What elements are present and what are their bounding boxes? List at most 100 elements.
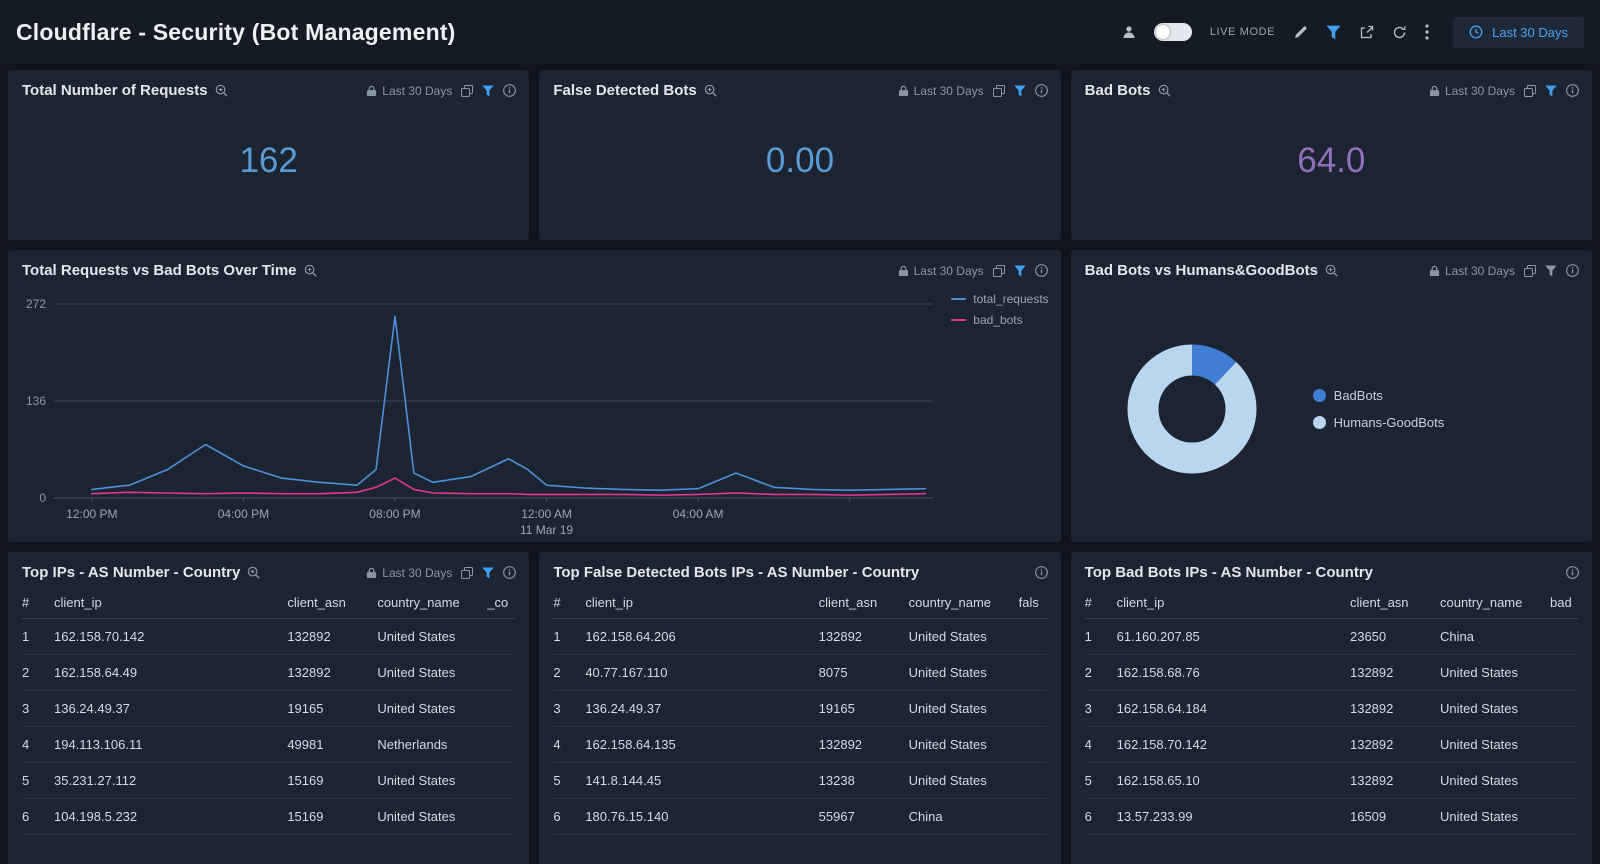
info-icon[interactable] — [503, 566, 516, 579]
table-cell: 1 — [22, 619, 48, 654]
column-header[interactable]: # — [553, 589, 579, 618]
donut-slice-Humans-GoodBots[interactable] — [1143, 360, 1241, 458]
timeline-chart[interactable]: 013627212:00 PM04:00 PM08:00 PM12:00 AM1… — [8, 290, 1061, 542]
filter-icon[interactable] — [1326, 25, 1341, 40]
total-requests-value: 162 — [239, 141, 297, 181]
panel-filter-icon[interactable] — [1545, 85, 1557, 97]
table-row: 535.231.27.11215169United States — [22, 763, 515, 799]
edit-pencil-icon[interactable] — [1293, 25, 1308, 40]
table-row: 3136.24.49.3719165United States — [553, 691, 1046, 727]
table-cell — [1019, 771, 1047, 791]
live-mode-toggle[interactable] — [1154, 23, 1192, 41]
panel-filter-icon[interactable] — [1014, 265, 1026, 277]
column-header[interactable]: _co — [487, 589, 515, 618]
legend-item-BadBots[interactable]: BadBots — [1313, 388, 1445, 403]
table-cell: United States — [909, 655, 1013, 690]
table-row: 5162.158.65.10132892United States — [1085, 763, 1578, 799]
copy-icon[interactable] — [993, 265, 1005, 277]
lock-icon — [898, 265, 909, 277]
table-cell: 16509 — [1350, 799, 1434, 834]
column-header[interactable]: country_name — [377, 589, 481, 618]
table-cell: 132892 — [1350, 763, 1434, 798]
table-row: 2162.158.68.76132892United States — [1085, 655, 1578, 691]
zoom-in-icon[interactable] — [215, 84, 228, 97]
column-header[interactable]: client_ip — [585, 589, 812, 618]
table-cell: 3 — [22, 691, 48, 726]
info-icon[interactable] — [1035, 264, 1048, 277]
column-header[interactable]: client_ip — [54, 589, 281, 618]
panel-filter-icon[interactable] — [482, 85, 494, 97]
panel-time-badge[interactable]: Last 30 Days — [366, 566, 452, 580]
table-cell — [1019, 807, 1047, 827]
user-icon[interactable] — [1122, 25, 1136, 39]
table-cell: 4 — [22, 727, 48, 762]
copy-icon[interactable] — [1524, 85, 1536, 97]
panel-time-badge[interactable]: Last 30 Days — [1429, 264, 1515, 278]
table-cell: 162.158.64.135 — [585, 727, 812, 762]
column-header[interactable]: fals — [1019, 589, 1047, 618]
legend-swatch — [1313, 389, 1326, 402]
column-header[interactable]: # — [1085, 589, 1111, 618]
copy-icon[interactable] — [461, 85, 473, 97]
column-header[interactable]: client_asn — [819, 589, 903, 618]
legend-item-total_requests[interactable]: total_requests — [951, 292, 1048, 306]
copy-icon[interactable] — [993, 85, 1005, 97]
live-mode-label: LIVE MODE — [1210, 26, 1275, 38]
donut-chart[interactable] — [1117, 334, 1267, 484]
table-cell: 132892 — [287, 655, 371, 690]
column-header[interactable]: # — [22, 589, 48, 618]
info-icon[interactable] — [1566, 264, 1579, 277]
panel-filter-icon[interactable] — [1014, 85, 1026, 97]
panel-filter-icon[interactable] — [1545, 265, 1557, 277]
column-header[interactable]: country_name — [1440, 589, 1544, 618]
table-cell: China — [1440, 619, 1544, 654]
refresh-icon[interactable] — [1392, 25, 1407, 40]
table-cell — [1019, 699, 1047, 719]
table-cell: 104.198.5.232 — [54, 799, 281, 834]
share-icon[interactable] — [1359, 25, 1374, 40]
table-cell: 15169 — [287, 799, 371, 834]
info-icon[interactable] — [1566, 84, 1579, 97]
table-cell: 2 — [553, 655, 579, 690]
info-icon[interactable] — [503, 84, 516, 97]
panel-time-label: Last 30 Days — [382, 84, 452, 98]
panel-time-badge[interactable]: Last 30 Days — [1429, 84, 1515, 98]
table-cell: United States — [377, 799, 481, 834]
table-row: 1162.158.70.142132892United States — [22, 619, 515, 655]
zoom-in-icon[interactable] — [1325, 264, 1338, 277]
info-icon[interactable] — [1566, 566, 1579, 579]
legend-item-bad_bots[interactable]: bad_bots — [951, 313, 1048, 327]
top-ips-table: #client_ipclient_asncountry_name_co1162.… — [8, 587, 529, 835]
panel-time-badge[interactable]: Last 30 Days — [898, 84, 984, 98]
copy-icon[interactable] — [461, 567, 473, 579]
column-header[interactable]: client_ip — [1117, 589, 1344, 618]
copy-icon[interactable] — [1524, 265, 1536, 277]
zoom-in-icon[interactable] — [1158, 84, 1171, 97]
table-cell: Netherlands — [377, 727, 481, 762]
panel-filter-icon[interactable] — [482, 567, 494, 579]
column-header[interactable]: client_asn — [287, 589, 371, 618]
lock-icon — [1429, 265, 1440, 277]
column-header[interactable]: country_name — [909, 589, 1013, 618]
panel-time-badge[interactable]: Last 30 Days — [366, 84, 452, 98]
column-header[interactable]: bad — [1550, 589, 1578, 618]
table-row: 4162.158.70.142132892United States — [1085, 727, 1578, 763]
zoom-in-icon[interactable] — [304, 264, 317, 277]
info-icon[interactable] — [1035, 84, 1048, 97]
table-cell: United States — [377, 763, 481, 798]
kebab-menu-icon[interactable] — [1425, 24, 1429, 40]
panel-false-detected-bots: False Detected Bots Last 30 Days 0.00 — [539, 70, 1060, 240]
panel-time-label: Last 30 Days — [382, 566, 452, 580]
table-row: 3136.24.49.3719165United States — [22, 691, 515, 727]
column-header[interactable]: client_asn — [1350, 589, 1434, 618]
zoom-in-icon[interactable] — [247, 566, 260, 579]
info-icon[interactable] — [1035, 566, 1048, 579]
time-range-button[interactable]: Last 30 Days — [1453, 17, 1584, 48]
zoom-in-icon[interactable] — [704, 84, 717, 97]
table-cell — [487, 807, 515, 827]
table-cell: 13.57.233.99 — [1117, 799, 1344, 834]
legend-item-Humans-GoodBots[interactable]: Humans-GoodBots — [1313, 415, 1445, 430]
time-range-label: Last 30 Days — [1492, 25, 1568, 40]
table-cell: United States — [909, 691, 1013, 726]
panel-time-badge[interactable]: Last 30 Days — [898, 264, 984, 278]
